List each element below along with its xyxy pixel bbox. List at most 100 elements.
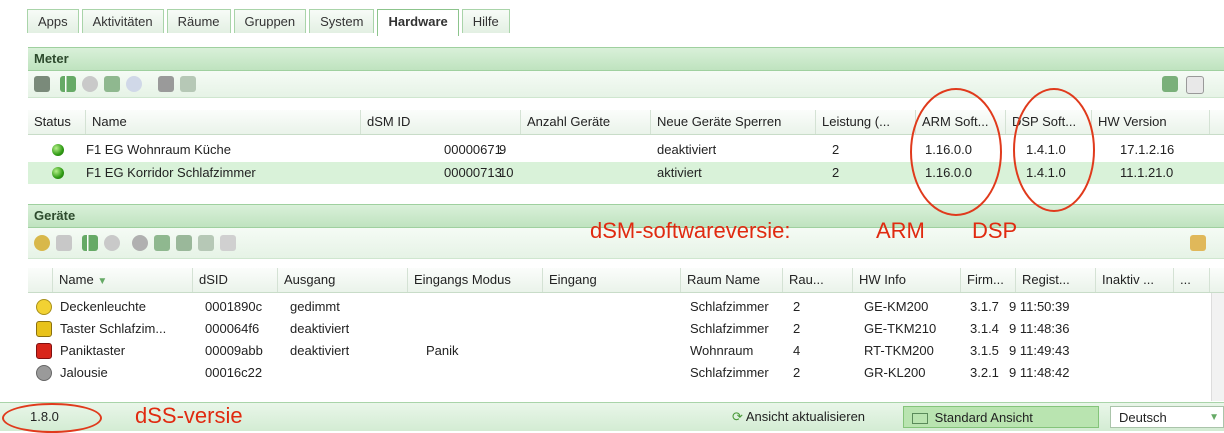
settings-icon[interactable] <box>104 235 120 251</box>
meter-count: 9 <box>499 142 507 157</box>
col-eingangs-modus[interactable]: Eingangs Modus <box>408 268 543 292</box>
col-hw-info[interactable]: HW Info <box>853 268 961 292</box>
col-raum-name[interactable]: Raum Name <box>681 268 783 292</box>
device-tools-icon[interactable] <box>176 235 192 251</box>
col-raum-nr[interactable]: Rau... <box>783 268 853 292</box>
col-leistung[interactable]: Leistung (... <box>816 110 916 134</box>
meter-dsm-id: 00000671 <box>444 142 502 157</box>
devices-scrollbar[interactable] <box>1211 293 1224 401</box>
document-icon[interactable] <box>1186 76 1204 94</box>
red-button-icon <box>36 343 52 359</box>
list-item[interactable]: Paniktaster 00009abb deaktiviert Panik W… <box>28 340 1224 362</box>
main-tabs: Apps Aktivitäten Räume Gruppen System Ha… <box>27 9 513 36</box>
meter-power: 2 <box>832 142 840 157</box>
device-dsid: 00016c22 <box>205 365 263 380</box>
device-output: gedimmt <box>290 299 340 314</box>
device-room: Schlafzimmer <box>690 321 769 336</box>
device-room: Schlafzimmer <box>690 365 769 380</box>
device-tag-icon[interactable] <box>56 235 72 251</box>
annotation-dss-label: dSS-versie <box>135 403 243 428</box>
language-value: Deutsch <box>1119 410 1167 425</box>
notes-icon[interactable] <box>198 235 214 251</box>
device-reg: 9 11:48:36 <box>1009 321 1070 336</box>
device-output: deaktiviert <box>290 321 350 336</box>
col-sperren[interactable]: Neue Geräte Sperren <box>651 110 816 134</box>
gear-icon[interactable] <box>132 235 148 251</box>
settings-icon[interactable] <box>82 76 98 92</box>
device-room-no: 2 <box>793 299 801 314</box>
device-hw: RT-TKM200 <box>864 343 934 358</box>
device-hw: GR-KL200 <box>864 365 926 380</box>
annotation-dsp: DSP <box>972 218 1018 243</box>
col-anzahl[interactable]: Anzahl Geräte <box>521 110 651 134</box>
language-select[interactable]: Deutsch ▼ <box>1110 406 1224 428</box>
col-dsm-id[interactable]: dSM ID <box>361 110 521 134</box>
search-icon[interactable] <box>126 76 142 92</box>
col-device-name[interactable]: Name ▼ <box>53 268 193 292</box>
meter-name: F1 EG Korridor Schlafzimmer <box>86 165 256 180</box>
list-item[interactable]: Jalousie 00016c22 Schlafzimmer 2 GR-KL20… <box>28 362 1224 384</box>
standard-view-label: Standard Ansicht <box>934 410 1033 425</box>
col-more[interactable]: ... <box>1174 268 1210 292</box>
device-dsid: 000064f6 <box>205 321 260 336</box>
device-name: Jalousie <box>60 365 108 380</box>
device-reg: 9 11:49:43 <box>1009 343 1070 358</box>
device-fw: 3.2.1 <box>970 365 999 380</box>
device-hw: GE-TKM210 <box>864 321 937 336</box>
annotation-dsm-label: dSM-softwareversie: <box>590 218 791 243</box>
list-item[interactable]: Deckenleuchte 0001890c gedimmt Schlafzim… <box>28 296 1224 318</box>
meter-hw: 11.1.21.0 <box>1120 165 1174 180</box>
col-hw-version[interactable]: HW Version <box>1092 110 1210 134</box>
device-config-icon[interactable] <box>154 235 170 251</box>
annotation-version-oval <box>2 403 102 433</box>
signal-icon[interactable] <box>82 235 98 251</box>
tab-raeume[interactable]: Räume <box>166 9 231 33</box>
standard-view-button[interactable]: Standard Ansicht <box>903 406 1099 428</box>
col-firmware[interactable]: Firm... <box>961 268 1016 292</box>
columns-icon[interactable] <box>1162 76 1178 92</box>
refresh-label: Ansicht aktualisieren <box>745 409 866 424</box>
device-room-no: 2 <box>793 365 801 380</box>
device-fw: 3.1.7 <box>970 299 999 314</box>
col-dsid[interactable]: dSID <box>193 268 278 292</box>
col-inaktiv[interactable]: Inaktiv ... <box>1096 268 1174 292</box>
window-icon <box>912 413 928 425</box>
col-eingang[interactable]: Eingang <box>543 268 681 292</box>
edit-icon[interactable] <box>220 235 236 251</box>
status-bar: 1.8.0 dSS-versie ⟳ Ansicht aktualisieren… <box>0 402 1224 433</box>
tab-apps[interactable]: Apps <box>27 9 79 33</box>
tab-system[interactable]: System <box>309 9 375 33</box>
device-room: Schlafzimmer <box>690 299 769 314</box>
col-status[interactable]: Status <box>28 110 86 134</box>
meter-name: F1 EG Wohnraum Küche <box>86 142 231 157</box>
col-name[interactable]: Name <box>86 110 361 134</box>
lock-icon[interactable] <box>1190 235 1206 251</box>
tab-hilfe[interactable]: Hilfe <box>461 9 510 33</box>
chevron-down-icon: ▼ <box>1209 412 1219 423</box>
tools-icon[interactable] <box>158 76 174 92</box>
notes-icon[interactable] <box>180 76 196 92</box>
tab-aktivitaeten[interactable]: Aktivitäten <box>81 9 164 33</box>
col-icon <box>28 268 53 292</box>
tab-gruppen[interactable]: Gruppen <box>233 9 307 33</box>
col-registriert[interactable]: Regist... <box>1016 268 1096 292</box>
annotation-dsp-oval <box>1013 88 1095 212</box>
meter-power: 2 <box>832 165 840 180</box>
status-online-icon <box>52 167 64 179</box>
annotation-arm: ARM <box>876 218 925 243</box>
list-item[interactable]: Taster Schlafzim... 000064f6 deaktiviert… <box>28 318 1224 340</box>
device-hw: GE-KM200 <box>864 299 929 314</box>
meter-edit-icon[interactable] <box>104 76 120 92</box>
device-fw: 3.1.5 <box>970 343 999 358</box>
signal-icon[interactable] <box>60 76 76 92</box>
device-fw: 3.1.4 <box>970 321 999 336</box>
col-ausgang[interactable]: Ausgang <box>278 268 408 292</box>
device-name: Deckenleuchte <box>60 299 146 314</box>
device-reg: 9 11:48:42 <box>1009 365 1070 380</box>
refresh-button[interactable]: ⟳ Ansicht aktualisieren <box>724 406 873 428</box>
device-dsid: 00009abb <box>205 343 263 358</box>
tab-hardware[interactable]: Hardware <box>377 9 459 36</box>
annotation-arm-oval <box>910 88 1002 216</box>
add-meter-icon[interactable] <box>34 76 50 92</box>
device-add-icon[interactable] <box>34 235 50 251</box>
